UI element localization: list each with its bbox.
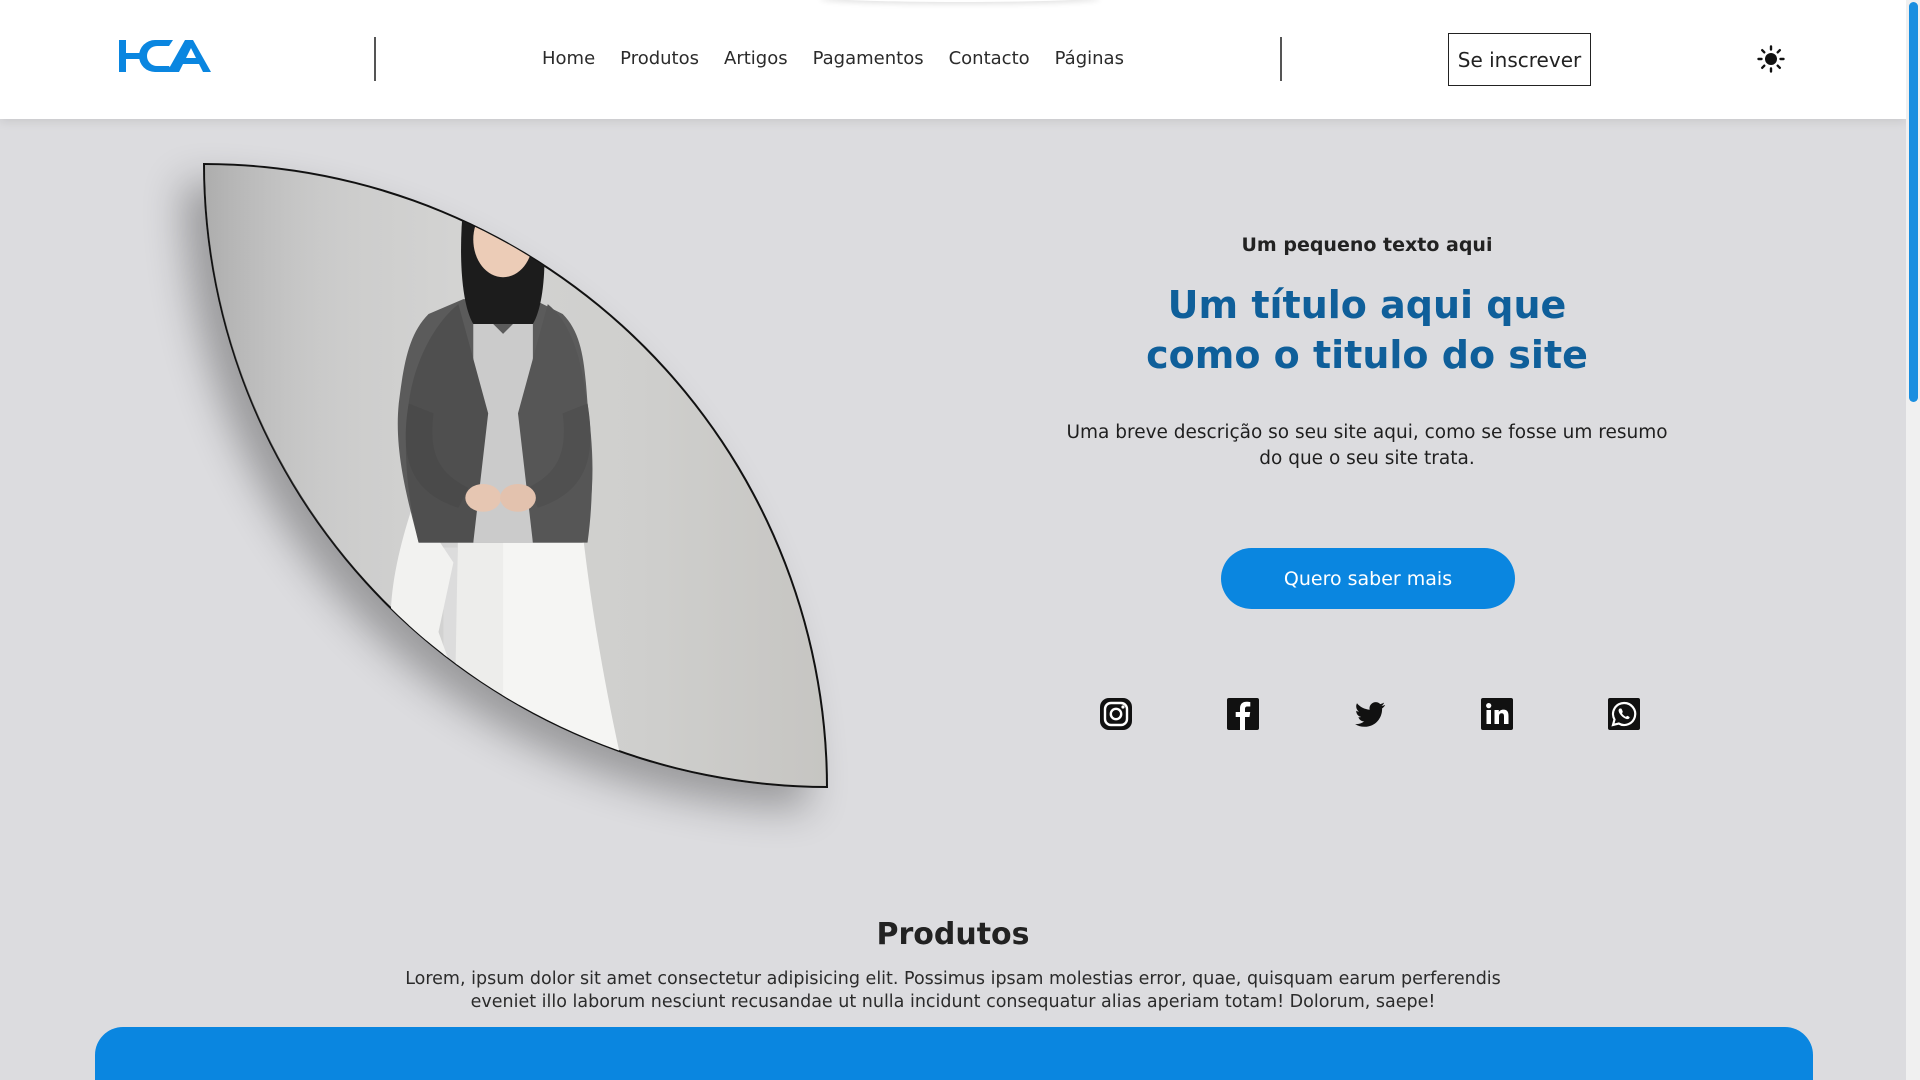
site-header: Home Produtos Artigos Pagamentos Contact… [0,0,1906,119]
nav-pagamentos[interactable]: Pagamentos [800,46,936,71]
scrollbar-thumb[interactable] [1909,2,1918,402]
whatsapp-icon[interactable] [1607,697,1641,731]
linkedin-icon[interactable] [1480,697,1514,731]
header-divider-left [374,37,376,81]
twitter-icon[interactable] [1353,697,1387,731]
nav-artigos[interactable]: Artigos [712,46,801,71]
nav-paginas[interactable]: Páginas [1042,46,1136,71]
subscribe-button[interactable]: Se inscrever [1448,33,1591,86]
nav-home[interactable]: Home [530,46,608,71]
products-carousel-panel [95,1027,1813,1080]
facebook-icon[interactable] [1226,697,1260,731]
hero-description: Uma breve descrição so seu site aqui, co… [1066,422,1668,469]
instagram-icon[interactable] [1099,697,1133,731]
products-title: Produtos [876,917,1030,952]
hero-title: Um título aqui que como o titulo do site [1146,283,1588,377]
model-photo [203,163,828,788]
nav-produtos[interactable]: Produtos [608,46,712,71]
social-links [1099,697,1641,731]
header-divider-right [1280,37,1282,81]
sun-icon[interactable] [1756,44,1786,74]
model-illustration [205,165,826,786]
hero-text-block: Um pequeno texto aqui Um título aqui que… [1050,234,1684,472]
nav-contacto[interactable]: Contacto [936,46,1042,71]
page-scrollbar[interactable] [1906,0,1920,1080]
learn-more-button[interactable]: Quero saber mais [1221,548,1515,609]
hero-eyebrow: Um pequeno texto aqui [1241,234,1493,256]
main-nav: Home Produtos Artigos Pagamentos Contact… [530,46,1136,71]
logo-mark [119,40,211,72]
site-logo[interactable] [119,38,211,74]
products-description: Lorem, ipsum dolor sit amet consectetur … [405,969,1501,1012]
header-notch [820,0,1100,2]
